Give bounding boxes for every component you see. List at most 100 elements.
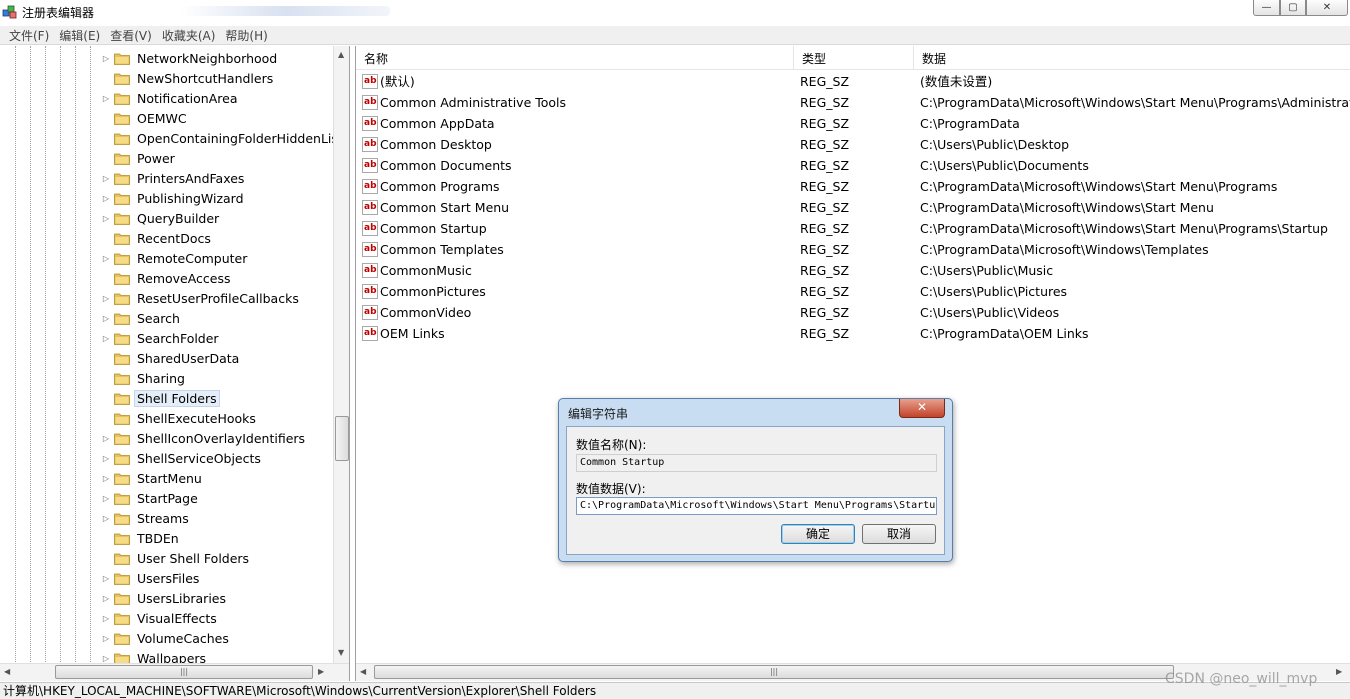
tree-item[interactable]: Shell Folders: [100, 388, 220, 408]
tree-item[interactable]: ▷ SearchFolder: [100, 328, 222, 348]
tree-item[interactable]: ▷ StartMenu: [100, 468, 205, 488]
list-row[interactable]: ab CommonVideo REG_SZ C:\Users\Public\Video…: [356, 302, 1350, 323]
list-row[interactable]: ab Common Programs REG_SZ C:\ProgramData\Mi…: [356, 176, 1350, 197]
triangle-right-icon[interactable]: ▷: [100, 294, 112, 303]
close-button[interactable]: ✕: [1306, 0, 1348, 16]
list-row[interactable]: ab CommonPictures REG_SZ C:\Users\Public\Pi…: [356, 281, 1350, 302]
tree-item[interactable]: ▷ RemoteComputer: [100, 248, 250, 268]
tree-item[interactable]: Power: [100, 148, 178, 168]
tree-item[interactable]: ▷ Streams: [100, 508, 192, 528]
tree-item-label: UsersLibraries: [137, 590, 226, 606]
triangle-right-icon[interactable]: ▷: [100, 574, 112, 583]
list-row[interactable]: ab CommonMusic REG_SZ C:\Users\Public\Music: [356, 260, 1350, 281]
tree-item[interactable]: ▷ NetworkNeighborhood: [100, 48, 280, 68]
tree-item[interactable]: ▷ PrintersAndFaxes: [100, 168, 247, 188]
ok-button[interactable]: 确定: [781, 524, 855, 544]
value-data-input[interactable]: C:\ProgramData\Microsoft\Windows\Start M…: [576, 497, 937, 515]
column-data[interactable]: 数据: [914, 46, 1350, 70]
value-name-field[interactable]: Common Startup: [576, 454, 937, 472]
tree-item[interactable]: SharedUserData: [100, 348, 242, 368]
value-list[interactable]: 名称 类型 数据 ab (默认) REG_SZ (数值未设置) ab Common Adm…: [355, 46, 1350, 681]
cell-name: ab Common Desktop: [362, 134, 492, 155]
list-row[interactable]: ab Common Start Menu REG_SZ C:\ProgramData\…: [356, 197, 1350, 218]
menu-favorites[interactable]: 收藏夹(A): [157, 27, 221, 44]
ab-string-icon: ab: [362, 263, 378, 278]
triangle-right-icon[interactable]: ▷: [100, 514, 112, 523]
triangle-right-icon[interactable]: ▷: [100, 214, 112, 223]
triangle-right-icon[interactable]: ▷: [100, 254, 112, 263]
tree-item[interactable]: ▷ StartPage: [100, 488, 201, 508]
tree-item[interactable]: OEMWC: [100, 108, 190, 128]
triangle-right-icon[interactable]: ▷: [100, 94, 112, 103]
tree-item[interactable]: ▷ NotificationArea: [100, 88, 241, 108]
tree-item[interactable]: ▷ VisualEffects: [100, 608, 220, 628]
tree-item[interactable]: TBDEn: [100, 528, 182, 548]
registry-tree[interactable]: ▷ NetworkNeighborhood NewShortcutHandlers ▷…: [0, 46, 350, 681]
triangle-right-icon[interactable]: ▷: [100, 54, 112, 63]
triangle-right-icon[interactable]: ▷: [100, 474, 112, 483]
edit-string-dialog: 编辑字符串 ✕ 数值名称(N): Common Startup 数值数据(V):…: [558, 398, 953, 562]
triangle-right-icon[interactable]: ▷: [100, 494, 112, 503]
tree-item[interactable]: ▷ UsersLibraries: [100, 588, 229, 608]
scroll-right-icon[interactable]: ▶: [1336, 667, 1342, 676]
maximize-button[interactable]: ▢: [1280, 0, 1306, 16]
dialog-close-button[interactable]: ✕: [899, 399, 945, 418]
tree-item[interactable]: ▷ ShellServiceObjects: [100, 448, 264, 468]
triangle-right-icon[interactable]: ▷: [100, 654, 112, 663]
tree-item[interactable]: ▷ QueryBuilder: [100, 208, 222, 228]
list-row[interactable]: ab OEM Links REG_SZ C:\ProgramData\OEM Link…: [356, 323, 1350, 344]
tree-item[interactable]: ▷ PublishingWizard: [100, 188, 247, 208]
tree-vertical-scrollbar[interactable]: ▲ ▼: [333, 46, 349, 664]
tree-item[interactable]: ▷ Search: [100, 308, 183, 328]
list-row[interactable]: ab Common Desktop REG_SZ C:\Users\Public\De…: [356, 134, 1350, 155]
scroll-down-icon[interactable]: ▼: [338, 648, 344, 657]
folder-icon: [114, 393, 130, 405]
list-row[interactable]: ab Common Startup REG_SZ C:\ProgramData\Mic…: [356, 218, 1350, 239]
scroll-up-icon[interactable]: ▲: [338, 50, 344, 59]
list-row[interactable]: ab Common Administrative Tools REG_SZ C:\Pr…: [356, 92, 1350, 113]
tree-item[interactable]: RemoveAccess: [100, 268, 234, 288]
scroll-right-icon[interactable]: ▶: [318, 667, 324, 676]
menu-view[interactable]: 查看(V): [105, 27, 157, 44]
tree-item[interactable]: ShellExecuteHooks: [100, 408, 259, 428]
minimize-button[interactable]: —: [1253, 0, 1280, 16]
triangle-right-icon[interactable]: ▷: [100, 194, 112, 203]
menu-help[interactable]: 帮助(H): [220, 27, 272, 44]
list-row[interactable]: ab Common Templates REG_SZ C:\ProgramData\M…: [356, 239, 1350, 260]
list-row[interactable]: ab Common Documents REG_SZ C:\Users\Public\…: [356, 155, 1350, 176]
tree-item[interactable]: Sharing: [100, 368, 188, 388]
tree-item[interactable]: User Shell Folders: [100, 548, 252, 568]
tree-item[interactable]: OpenContainingFolderHiddenList: [100, 128, 346, 148]
value-name: Common Startup: [380, 221, 487, 236]
tree-item[interactable]: NewShortcutHandlers: [100, 68, 276, 88]
menu-edit[interactable]: 编辑(E): [54, 27, 105, 44]
column-name[interactable]: 名称: [356, 46, 794, 70]
ab-string-icon: ab: [362, 242, 378, 257]
tree-scroll-thumb[interactable]: [335, 416, 349, 461]
triangle-right-icon[interactable]: ▷: [100, 314, 112, 323]
triangle-right-icon[interactable]: ▷: [100, 334, 112, 343]
triangle-right-icon[interactable]: ▷: [100, 634, 112, 643]
triangle-right-icon[interactable]: ▷: [100, 614, 112, 623]
column-type[interactable]: 类型: [794, 46, 914, 70]
scroll-left-icon[interactable]: ◀: [360, 667, 366, 676]
tree-item[interactable]: ▷ VolumeCaches: [100, 628, 232, 648]
triangle-right-icon[interactable]: ▷: [100, 454, 112, 463]
triangle-right-icon[interactable]: ▷: [100, 174, 112, 183]
value-name: (默认): [380, 74, 415, 89]
triangle-right-icon[interactable]: ▷: [100, 594, 112, 603]
tree-item-label: ShellIconOverlayIdentifiers: [137, 430, 306, 446]
tree-item[interactable]: RecentDocs: [100, 228, 214, 248]
menu-file[interactable]: 文件(F): [4, 27, 54, 44]
cancel-button[interactable]: 取消: [862, 524, 936, 544]
tree-item[interactable]: ▷ ShellIconOverlayIdentifiers: [100, 428, 308, 448]
tree-item[interactable]: ▷ ResetUserProfileCallbacks: [100, 288, 302, 308]
tree-item[interactable]: ▷ UsersFiles: [100, 568, 202, 588]
list-row[interactable]: ab Common AppData REG_SZ C:\ProgramData: [356, 113, 1350, 134]
list-hscroll-thumb[interactable]: |||: [374, 665, 1174, 679]
list-row[interactable]: ab (默认) REG_SZ (数值未设置): [356, 71, 1350, 92]
scroll-left-icon[interactable]: ◀: [4, 667, 10, 676]
tree-hscroll-thumb[interactable]: |||: [55, 665, 313, 679]
tree-horizontal-scrollbar[interactable]: ◀ ||| ▶: [0, 663, 349, 681]
triangle-right-icon[interactable]: ▷: [100, 434, 112, 443]
